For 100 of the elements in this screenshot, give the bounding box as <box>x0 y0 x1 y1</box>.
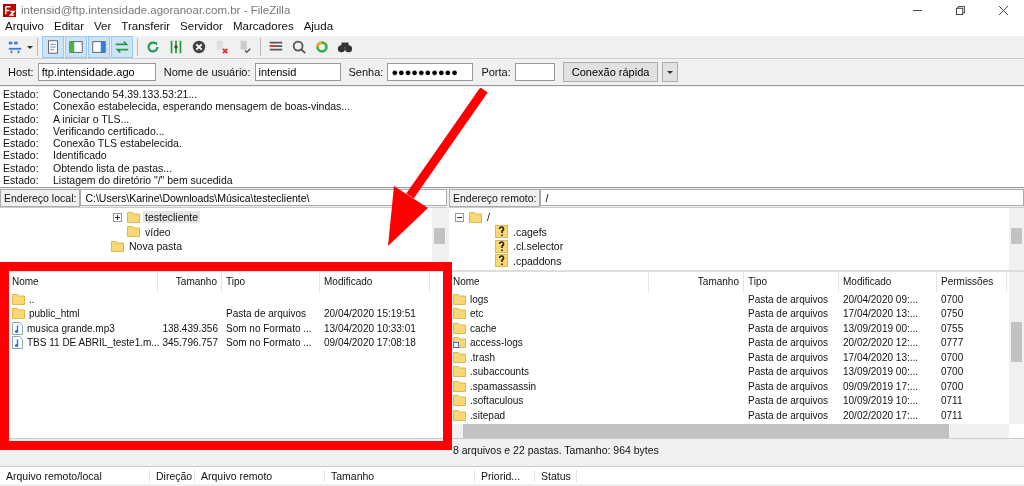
menu-item[interactable]: Marcadores <box>232 20 294 34</box>
close-icon[interactable] <box>999 5 1008 15</box>
column-header[interactable]: Tamanho <box>649 272 744 292</box>
table-cell: 0711 <box>941 409 963 421</box>
column-header[interactable]: Nome <box>8 272 158 292</box>
menu-item[interactable]: Transferir <box>121 20 171 34</box>
table-cell: 0711 <box>941 395 963 407</box>
expand-toggle-icon[interactable] <box>113 212 122 222</box>
table-cell: 345.796.757 <box>162 337 218 349</box>
unknown-item-icon <box>495 239 508 253</box>
log-label: Estado: <box>3 100 40 113</box>
folder-icon <box>453 293 466 305</box>
column-header[interactable]: Nome <box>449 272 649 292</box>
folder-icon <box>453 322 466 334</box>
menu-item[interactable]: Ajuda <box>303 20 334 34</box>
log-tool-icon[interactable] <box>42 36 64 58</box>
remote-status-text: 8 arquivos e 22 pastas. Tamanho: 964 bytes <box>453 444 659 456</box>
log-message: Verificando certificado... <box>53 124 165 138</box>
queue-tool-icon[interactable] <box>111 36 133 58</box>
column-header[interactable]: Tamanho <box>325 469 475 482</box>
window-title: intensid@ftp.intensidade.agoranoar.com.br - FileZilla <box>21 4 291 16</box>
column-header[interactable]: Modificado <box>839 272 937 292</box>
host-field[interactable]: ftp.intensidade.ago <box>37 63 156 81</box>
table-cell: 20/04/2020 09:... <box>843 293 919 305</box>
log-message: Obtendo lista de pastas... <box>53 161 173 175</box>
folder-icon <box>453 308 466 320</box>
table-cell: .sitepad <box>470 409 506 421</box>
log-label: Estado: <box>3 174 40 187</box>
column-header[interactable]: Permissões <box>937 272 1007 292</box>
unknown-item-icon <box>495 225 508 239</box>
table-cell: Som no Formato ... <box>226 322 312 334</box>
username-field[interactable]: intensid <box>254 63 341 81</box>
log-message: Conexão TLS estabelecida. <box>53 137 182 150</box>
vertical-scrollbar[interactable] <box>1009 208 1024 270</box>
table-cell: TBS 11 DE ABRIL_teste1.m... <box>27 337 160 349</box>
log-label: Estado: <box>3 149 40 162</box>
tree-item[interactable]: / <box>485 211 492 224</box>
audio-file-icon <box>12 336 23 350</box>
table-cell: 13/04/2020 10:33:01 <box>324 322 416 334</box>
column-header[interactable]: Direção <box>150 469 195 482</box>
tree-item[interactable]: .cagefs <box>511 225 549 238</box>
folder-icon <box>12 293 25 305</box>
column-header[interactable]: Tipo <box>744 272 839 292</box>
menu-item[interactable]: Arquivo <box>5 20 44 34</box>
column-header[interactable]: Tipo <box>222 272 320 292</box>
column-header[interactable]: Modificado <box>320 272 430 292</box>
address-label: Endereço local: <box>0 188 81 207</box>
folder-icon <box>127 210 140 224</box>
table-cell: 13/09/2019 00:... <box>843 366 919 378</box>
menu-item[interactable]: Servidor <box>180 20 223 34</box>
column-header[interactable]: Tamanho <box>158 272 222 292</box>
localtree-tool-icon[interactable] <box>65 36 87 58</box>
column-header[interactable]: Arquivo remoto <box>195 469 325 482</box>
table-cell: 09/09/2019 17:... <box>843 380 919 392</box>
maximize-icon[interactable] <box>956 5 965 15</box>
table-cell: 13/09/2019 00:... <box>843 322 919 334</box>
quickconnect-button[interactable]: Conexão rápida <box>562 62 659 82</box>
quickconnect-dropdown[interactable] <box>662 62 679 82</box>
port-label: Porta: <box>481 66 511 78</box>
table-cell: .spamassassin <box>470 380 537 392</box>
table-cell: 0700 <box>941 351 964 363</box>
vertical-scrollbar[interactable] <box>1009 272 1024 424</box>
table-cell: 138.439.356 <box>162 322 218 334</box>
column-header[interactable]: Arquivo remoto/local <box>0 469 150 482</box>
table-cell: Som no Formato ... <box>226 337 312 349</box>
folder-icon <box>111 239 124 253</box>
table-cell: Pasta de arquivos <box>748 337 829 349</box>
port-field[interactable] <box>514 63 555 81</box>
tree-item[interactable]: .cl.selector <box>511 240 566 253</box>
table-cell: 0750 <box>941 308 964 320</box>
table-cell: 0700 <box>941 366 964 378</box>
collapse-toggle-icon[interactable] <box>455 212 464 222</box>
caret-icon[interactable] <box>27 45 33 49</box>
menu-item[interactable]: Editar <box>54 20 85 34</box>
remote-address-field[interactable]: / <box>540 189 1024 206</box>
username-label: Nome de usuário: <box>163 66 251 78</box>
local-address-field[interactable]: C:\Users\Karine\Downloads\Música\testecliente\ <box>80 189 447 206</box>
menu-item[interactable]: Ver <box>94 20 112 34</box>
remotetree-tool-icon[interactable] <box>88 36 110 58</box>
horizontal-scrollbar[interactable] <box>449 424 1009 438</box>
log-label: Estado: <box>3 88 40 101</box>
log-message: Listagem do diretório "/" bem sucedida <box>53 174 233 187</box>
tree-item[interactable]: Nova pasta <box>127 240 185 253</box>
tree-item[interactable]: .cpaddons <box>511 254 564 267</box>
table-cell: 0755 <box>941 322 964 334</box>
column-header[interactable]: Status <box>535 469 577 482</box>
tree-item[interactable]: testecliente <box>143 211 201 224</box>
table-cell: musica grande.mp3 <box>27 322 115 334</box>
table-cell: Pasta de arquivos <box>748 395 829 407</box>
table-cell: Pasta de arquivos <box>748 366 829 378</box>
table-cell: 10/09/2019 10:... <box>843 395 919 407</box>
column-header[interactable]: Priorid... <box>475 469 535 482</box>
log-label: Estado: <box>3 112 40 125</box>
table-cell: etc <box>470 308 484 320</box>
folder-icon <box>127 225 140 239</box>
tree-item[interactable]: vídeo <box>143 225 173 238</box>
table-cell: 17/04/2020 13:... <box>843 308 919 320</box>
address-label: Endereço remoto: <box>449 188 541 207</box>
password-field[interactable]: ●●●●●●●●●● <box>387 63 474 81</box>
minimize-icon[interactable] <box>913 9 922 11</box>
